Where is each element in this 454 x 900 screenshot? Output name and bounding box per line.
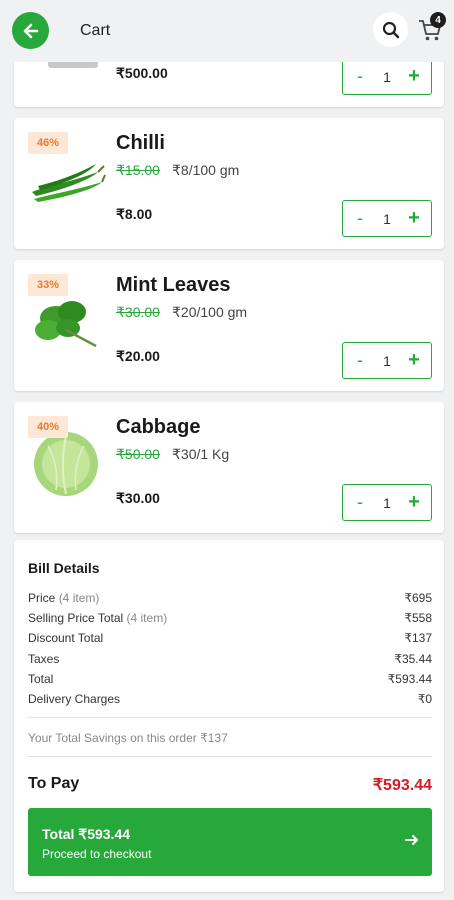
quantity-stepper: - 1 +: [342, 200, 432, 237]
bill-title: Bill Details: [28, 560, 100, 576]
product-name: Cabbage: [116, 416, 201, 438]
bill-row: Delivery Charges ₹0: [28, 692, 432, 710]
bill-row-value: ₹558: [404, 611, 432, 625]
quantity-value: 1: [383, 494, 391, 511]
unit-price: ₹8/100 gm: [172, 162, 240, 178]
decrease-button[interactable]: -: [353, 492, 367, 513]
increase-button[interactable]: +: [407, 349, 421, 372]
checkout-total: Total ₹593.44: [42, 826, 131, 842]
bill-details-card: Bill Details Price (4 item) ₹695 Selling…: [14, 540, 444, 892]
bill-row-value: ₹0: [417, 692, 432, 706]
search-icon: [382, 21, 399, 38]
bill-row-label: Total: [28, 672, 54, 686]
to-pay-label: To Pay: [28, 775, 80, 792]
mrp-price: ₹15.00: [116, 162, 160, 178]
decrease-button[interactable]: -: [353, 208, 367, 229]
product-name: Mint Leaves: [116, 274, 231, 296]
cart-count-badge: 4: [430, 12, 446, 28]
bill-row-label: Selling Price Total (4 item): [28, 611, 168, 625]
total-savings: Your Total Savings on this order ₹137: [28, 731, 228, 745]
bill-row-label: Taxes: [28, 652, 60, 666]
cart-button[interactable]: 4: [418, 12, 446, 45]
product-name: Chilli: [116, 132, 165, 154]
to-pay-value: ₹593.44: [372, 777, 432, 794]
quantity-value: 1: [383, 68, 391, 85]
item-price: ₹30.00: [116, 490, 160, 506]
page-title: Cart: [80, 22, 111, 39]
quantity-value: 1: [383, 210, 391, 227]
quantity-stepper: - 1 +: [342, 58, 432, 95]
quantity-stepper: - 1 +: [342, 342, 432, 379]
bill-row-value: ₹593.44: [387, 672, 432, 686]
increase-button[interactable]: +: [407, 207, 421, 230]
bill-row: Total ₹593.44: [28, 672, 432, 690]
cart-item-card: 40% Cabbage ₹50.00 ₹30/1 Kg ₹30.00 - 1 +: [14, 402, 444, 533]
decrease-button[interactable]: -: [353, 66, 367, 87]
back-button[interactable]: [12, 12, 49, 49]
search-button[interactable]: [373, 12, 408, 47]
bill-row-note: (4 item): [126, 611, 168, 625]
bill-row-label: Delivery Charges: [28, 692, 121, 706]
quantity-value: 1: [383, 352, 391, 369]
bill-row: Price (4 item) ₹695: [28, 591, 432, 609]
bill-row: Discount Total ₹137: [28, 631, 432, 649]
bill-row: Selling Price Total (4 item) ₹558: [28, 611, 432, 629]
discount-badge: 46%: [28, 132, 68, 154]
discount-badge: 33%: [28, 274, 68, 296]
arrow-left-icon: [23, 23, 38, 38]
quantity-stepper: - 1 +: [342, 484, 432, 521]
bill-row-value: ₹695: [404, 591, 432, 605]
bill-row: Taxes ₹35.44: [28, 652, 432, 670]
divider: [28, 756, 432, 757]
bill-row-value: ₹137: [404, 631, 432, 645]
discount-badge: 40%: [28, 416, 68, 438]
bill-row-label: Discount Total: [28, 631, 104, 645]
unit-price: ₹30/1 Kg: [172, 446, 230, 462]
mrp-price: ₹50.00: [116, 446, 160, 462]
bill-row-label: Price (4 item): [28, 591, 100, 605]
unit-price: ₹20/100 gm: [172, 304, 248, 320]
bill-row-value: ₹35.44: [394, 652, 432, 666]
bill-row-note: (4 item): [58, 591, 100, 605]
cart-item-card: 46% Chilli ₹15.00 ₹8/100 gm ₹8.00 - 1 +: [14, 118, 444, 249]
app-header: Cart 4: [0, 0, 454, 62]
decrease-button[interactable]: -: [353, 350, 367, 371]
mrp-price: ₹30.00: [116, 304, 160, 320]
arrow-right-icon: [405, 835, 418, 845]
divider: [28, 717, 432, 718]
increase-button[interactable]: +: [407, 65, 421, 88]
item-price: ₹8.00: [116, 206, 153, 222]
item-price: ₹20.00: [116, 348, 160, 364]
checkout-subtitle: Proceed to checkout: [42, 847, 152, 861]
proceed-to-checkout-button[interactable]: Total ₹593.44 Proceed to checkout: [28, 808, 432, 876]
increase-button[interactable]: +: [407, 491, 421, 514]
cart-item-card: 33% Mint Leaves ₹30.00 ₹20/100 gm ₹20.00…: [14, 260, 444, 391]
item-price: ₹500.00: [116, 65, 168, 81]
